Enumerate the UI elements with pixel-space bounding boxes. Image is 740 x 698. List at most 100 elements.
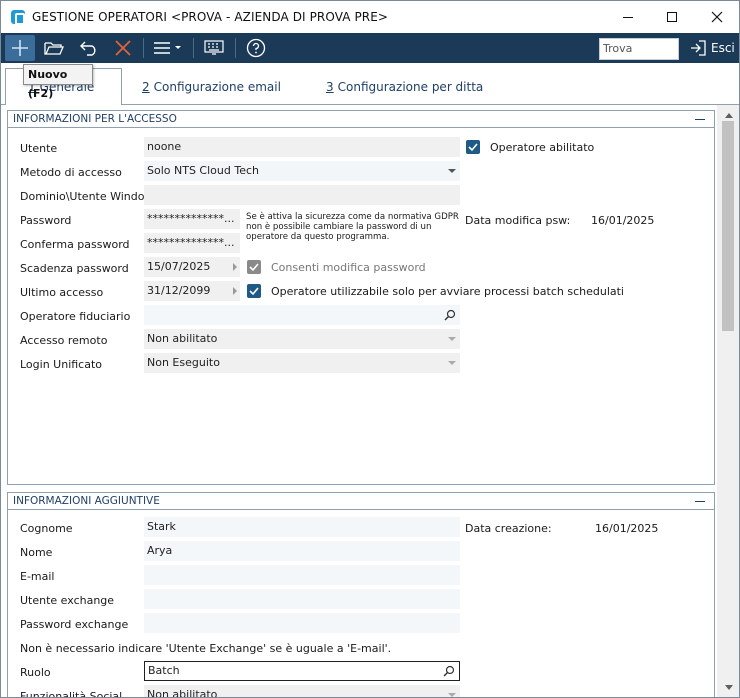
dominio-label: Dominio\Utente Windows bbox=[20, 190, 160, 203]
chevron-down-icon bbox=[448, 169, 456, 173]
exchange-user-label: Utente exchange bbox=[20, 594, 115, 607]
batch-checkbox[interactable] bbox=[247, 284, 261, 298]
close-icon bbox=[711, 11, 723, 23]
creation-date-label: Data creazione: bbox=[465, 522, 552, 535]
hamburger-menu-icon bbox=[154, 42, 181, 54]
new-tooltip: Nuovo (F2) bbox=[23, 64, 93, 100]
menu-button[interactable] bbox=[149, 35, 187, 61]
conferma-label: Conferma password bbox=[20, 238, 130, 251]
fiduciario-label: Operatore fiduciario bbox=[20, 310, 131, 323]
login-value: Non Eseguito bbox=[147, 356, 220, 369]
metodo-label: Metodo di accesso bbox=[20, 166, 122, 179]
funzionalita-social-select[interactable]: Non abilitato bbox=[144, 685, 460, 698]
funzionalita-value: Non abilitato bbox=[147, 688, 218, 698]
collapse-icon[interactable] bbox=[695, 501, 705, 502]
delete-x-icon bbox=[115, 40, 131, 56]
consenti-modifica-checkbox[interactable] bbox=[247, 260, 261, 274]
exchange-info-text: Non è necessario indicare 'Utente Exchan… bbox=[20, 642, 392, 655]
psw-date-label: Data modifica psw: bbox=[465, 214, 571, 227]
search-icon[interactable] bbox=[444, 309, 456, 321]
title-bar: GESTIONE OPERATORI <PROVA - AZIENDA DI P… bbox=[1, 1, 739, 33]
scadenza-value: 15/07/2025 bbox=[147, 260, 211, 273]
collapse-icon[interactable] bbox=[695, 119, 705, 120]
psw-date-value: 16/01/2025 bbox=[591, 214, 655, 227]
tab-configurazione-email[interactable]: 2 Configurazione email bbox=[142, 68, 281, 105]
dominio-field[interactable] bbox=[144, 185, 460, 205]
extra-section-title: INFORMAZIONI AGGIUNTIVE bbox=[8, 493, 714, 510]
creation-date-value: 16/01/2025 bbox=[595, 522, 659, 535]
exchange-user-field[interactable] bbox=[144, 589, 460, 609]
cognome-field[interactable]: Stark bbox=[144, 517, 460, 537]
tab-number: 3 bbox=[326, 79, 334, 94]
toolbar-separator bbox=[235, 38, 236, 58]
accesso-remoto-select[interactable]: Non abilitato bbox=[144, 329, 460, 349]
email-label: E-mail bbox=[20, 570, 55, 583]
delete-button[interactable] bbox=[108, 35, 138, 61]
app-icon bbox=[11, 10, 25, 25]
password-label: Password bbox=[20, 214, 72, 227]
keyboard-icon bbox=[204, 40, 224, 55]
exit-button[interactable]: Esci bbox=[685, 35, 737, 61]
plus-icon bbox=[12, 40, 28, 56]
operatore-abilitato-label: Operatore abilitato bbox=[490, 141, 595, 154]
keyboard-button[interactable] bbox=[199, 35, 229, 61]
scroll-up-icon[interactable] bbox=[725, 113, 733, 118]
funzionalita-label: Funzionalità Social bbox=[20, 690, 123, 698]
ruolo-field[interactable]: Batch bbox=[144, 661, 460, 681]
login-unificato-select[interactable]: Non Eseguito bbox=[144, 353, 460, 373]
minimize-icon bbox=[623, 16, 633, 18]
consenti-modifica-label: Consenti modifica password bbox=[271, 261, 426, 274]
new-button[interactable] bbox=[5, 35, 35, 61]
help-button[interactable] bbox=[241, 35, 271, 61]
scadenza-password-field[interactable]: 15/07/2025 bbox=[144, 257, 240, 277]
window-title: GESTIONE OPERATORI <PROVA - AZIENDA DI P… bbox=[32, 10, 389, 24]
cognome-label: Cognome bbox=[20, 522, 73, 535]
nome-field[interactable]: Arya bbox=[144, 541, 460, 561]
tab-label: Configurazione per ditta bbox=[337, 79, 484, 94]
email-field[interactable] bbox=[144, 565, 460, 585]
exchange-password-field[interactable] bbox=[144, 613, 460, 633]
tab-number: 2 bbox=[142, 79, 150, 94]
check-icon bbox=[468, 143, 478, 152]
close-window-button[interactable] bbox=[694, 1, 739, 33]
maximize-button[interactable] bbox=[649, 1, 695, 33]
maximize-icon bbox=[667, 12, 677, 22]
remoto-label: Accesso remoto bbox=[20, 334, 108, 347]
operatore-fiduciario-field[interactable] bbox=[144, 305, 460, 325]
metodo-value: Solo NTS Cloud Tech bbox=[147, 164, 259, 177]
open-button[interactable] bbox=[39, 35, 69, 61]
exit-icon bbox=[691, 40, 706, 56]
scroll-thumb[interactable] bbox=[722, 121, 734, 331]
ruolo-label: Ruolo bbox=[20, 666, 51, 679]
password-field[interactable]: **************... bbox=[144, 209, 240, 229]
scroll-down-icon[interactable] bbox=[725, 685, 733, 690]
ultimo-accesso-field[interactable]: 31/12/2099 bbox=[144, 281, 240, 301]
undo-button[interactable] bbox=[74, 35, 104, 61]
conferma-password-field[interactable]: **************... bbox=[144, 233, 240, 253]
toolbar-separator bbox=[193, 38, 194, 58]
operatore-abilitato-checkbox[interactable] bbox=[466, 140, 480, 154]
tab-label: Configurazione email bbox=[153, 79, 281, 94]
exchange-pwd-label: Password exchange bbox=[20, 618, 129, 631]
utente-field[interactable]: noone bbox=[144, 137, 460, 157]
chevron-right-icon bbox=[233, 287, 237, 295]
tab-configurazione-ditta[interactable]: 3 Configurazione per ditta bbox=[326, 68, 483, 105]
gdpr-note: Se è attiva la sicurezza come da normati… bbox=[246, 212, 459, 242]
minimize-button[interactable] bbox=[605, 1, 651, 33]
remoto-value: Non abilitato bbox=[147, 332, 218, 345]
check-icon bbox=[249, 263, 259, 272]
access-section: INFORMAZIONI PER L'ACCESSO Utente noone … bbox=[7, 110, 715, 485]
folder-open-icon bbox=[44, 42, 64, 55]
ruolo-value: Batch bbox=[148, 664, 180, 677]
search-icon[interactable] bbox=[443, 665, 455, 677]
exit-label: Esci bbox=[711, 41, 735, 55]
login-label: Login Unificato bbox=[20, 358, 103, 371]
ultimo-value: 31/12/2099 bbox=[147, 284, 211, 297]
check-icon bbox=[249, 287, 259, 296]
vertical-scrollbar[interactable] bbox=[717, 105, 739, 697]
find-button[interactable]: Trova (Alt+F1) bbox=[599, 38, 679, 75]
toolbar-separator bbox=[143, 38, 144, 58]
tab-strip: 1 Generale 2 Configurazione email 3 Conf… bbox=[1, 63, 739, 106]
metodo-accesso-select[interactable]: Solo NTS Cloud Tech bbox=[144, 161, 460, 181]
chevron-down-icon bbox=[448, 361, 456, 365]
